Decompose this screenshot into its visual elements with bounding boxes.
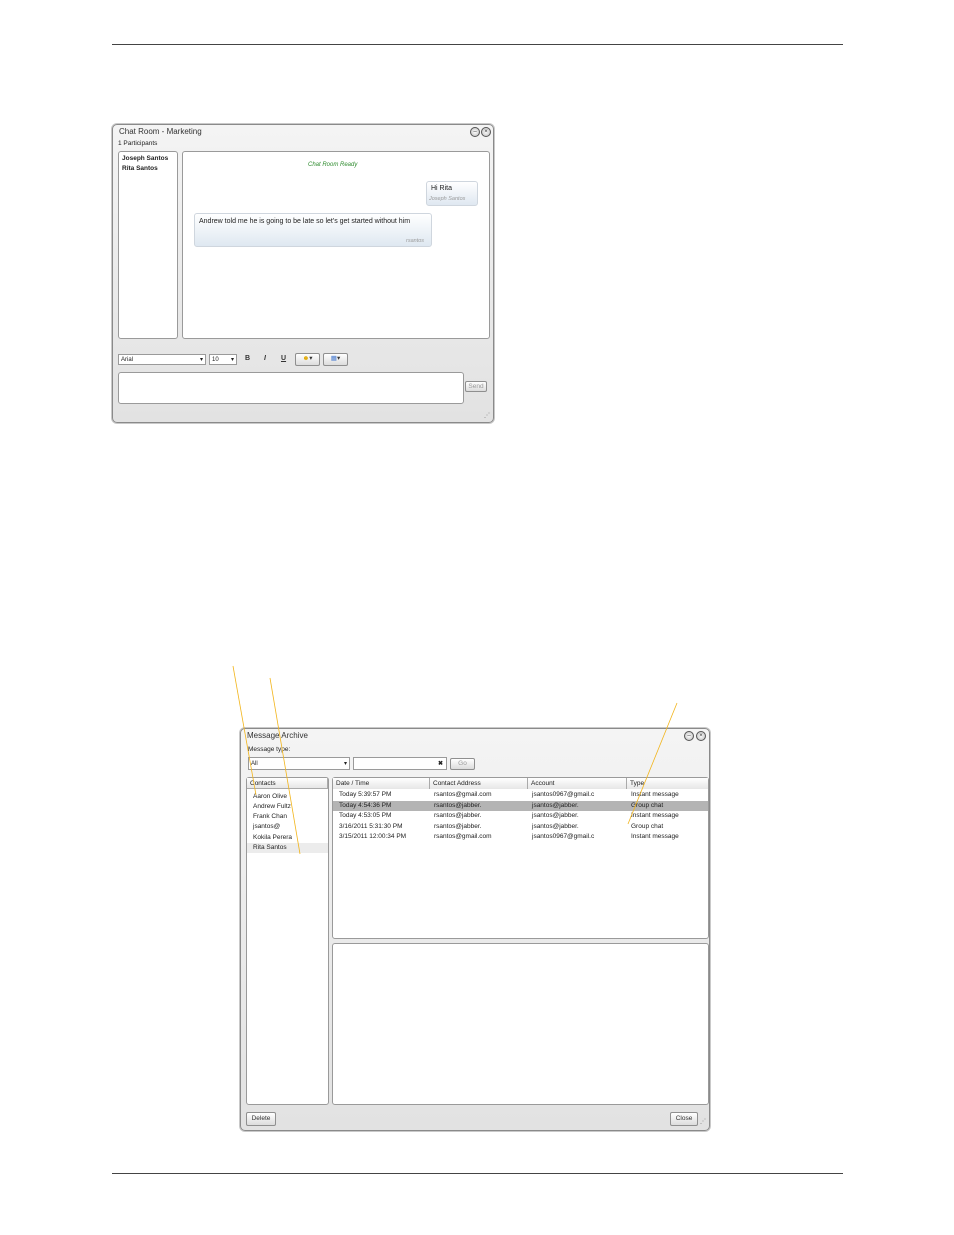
column-header[interactable]: Contact Address: [430, 778, 528, 789]
contact-item[interactable]: Andrew Fultz: [253, 803, 291, 810]
chat-transcript: Chat Room Ready Hi Rita Joseph Santos An…: [182, 151, 490, 339]
message-bubble: Andrew told me he is going to be late so…: [194, 213, 432, 247]
table-row[interactable]: Today 5:39:57 PM rsantos@gmail.com jsant…: [333, 790, 708, 801]
chevron-down-icon: ▾: [336, 355, 341, 362]
participants-count: 1 Participants: [118, 140, 158, 147]
message-list: Date / Time Contact Address Account Type…: [332, 777, 709, 939]
minimize-icon[interactable]: –: [684, 731, 694, 741]
emoticon-button[interactable]: ☻▾: [295, 353, 320, 366]
window-title: Chat Room - Marketing: [119, 127, 202, 136]
close-icon[interactable]: ×: [696, 731, 706, 741]
table-row[interactable]: Today 4:53:05 PM rsantos@jabber. jsantos…: [333, 811, 708, 822]
column-header[interactable]: Account: [528, 778, 627, 789]
message-type-select[interactable]: All ▾: [248, 757, 350, 770]
search-input[interactable]: ✖: [353, 757, 447, 770]
go-button[interactable]: Go: [450, 758, 475, 770]
table-row[interactable]: 3/16/2011 5:31:30 PM rsantos@jabber. jsa…: [333, 822, 708, 833]
underline-button[interactable]: U: [281, 355, 286, 362]
minimize-icon[interactable]: –: [470, 127, 480, 137]
table-row[interactable]: 3/15/2011 12:00:34 PM rsantos@gmail.com …: [333, 832, 708, 843]
participant-item[interactable]: Rita Santos: [122, 165, 158, 172]
color-button[interactable]: ▦▾: [323, 353, 348, 366]
close-icon[interactable]: ×: [481, 127, 491, 137]
chevron-down-icon: ▾: [309, 355, 313, 362]
resize-grip-icon[interactable]: ⋰: [484, 413, 490, 419]
table-row-selected[interactable]: Today 4:54:36 PM rsantos@jabber. jsantos…: [333, 800, 708, 811]
participants-list: Joseph Santos Rita Santos: [118, 151, 178, 339]
delete-button[interactable]: Delete: [246, 1112, 276, 1126]
close-button[interactable]: Close: [670, 1112, 698, 1126]
header-rule: [112, 44, 843, 45]
message-bubble: Hi Rita: [426, 181, 478, 206]
message-text: Hi Rita: [431, 185, 453, 192]
participant-item[interactable]: Joseph Santos: [122, 155, 168, 162]
chat-status: Chat Room Ready: [308, 162, 358, 168]
contact-item-selected[interactable]: Rita Santos: [247, 843, 328, 853]
message-type-label: Message type:: [248, 746, 291, 753]
contacts-panel: Contacts Aaron Olive Andrew Fultz Frank …: [246, 777, 329, 1105]
contact-item[interactable]: Aaron Olive: [253, 793, 287, 800]
bold-button[interactable]: B: [245, 355, 250, 362]
contact-item[interactable]: Frank Chan: [253, 813, 287, 820]
contacts-header: Contacts: [247, 778, 328, 789]
column-header[interactable]: Date / Time: [333, 778, 430, 789]
italic-button[interactable]: I: [264, 355, 266, 362]
column-header[interactable]: Type: [627, 778, 708, 789]
clear-icon[interactable]: ✖: [438, 759, 443, 770]
message-text: Andrew told me he is going to be late so…: [199, 218, 411, 225]
message-input[interactable]: [118, 372, 464, 404]
contact-item[interactable]: Kokila Perera: [253, 834, 292, 841]
chevron-down-icon: ▾: [199, 357, 203, 363]
send-button[interactable]: Send: [465, 381, 487, 392]
message-archive-window: Message Archive – × Message type: All ▾ …: [240, 728, 710, 1131]
contact-item[interactable]: jsantos@: [253, 823, 280, 830]
message-sender: Joseph Santos: [429, 196, 466, 202]
chevron-down-icon: ▾: [343, 761, 347, 767]
resize-grip-icon[interactable]: ⋰: [700, 1119, 706, 1125]
chat-room-window: Chat Room - Marketing – × 1 Participants…: [112, 124, 494, 423]
message-sender: rsantos: [406, 238, 425, 244]
chevron-down-icon: ▾: [230, 357, 234, 363]
font-size-select[interactable]: 10 ▾: [209, 354, 237, 365]
font-select[interactable]: Arial ▾: [118, 354, 206, 365]
window-title: Message Archive: [247, 731, 308, 740]
message-preview: [332, 943, 709, 1105]
footer-rule: [112, 1173, 843, 1174]
